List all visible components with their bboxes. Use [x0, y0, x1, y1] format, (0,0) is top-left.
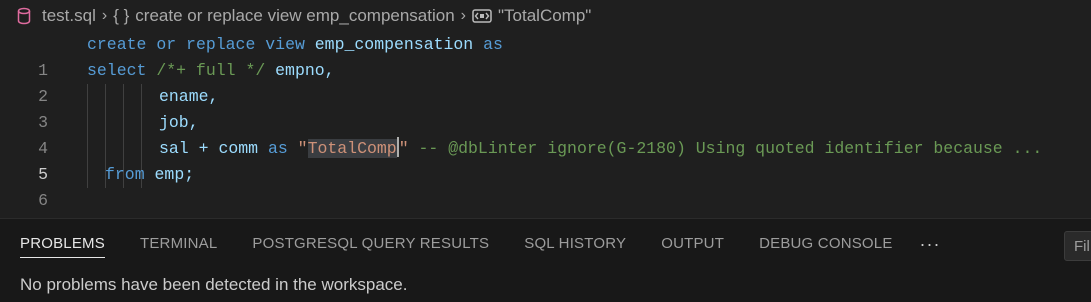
token: " — [297, 139, 308, 158]
breadcrumb-view[interactable]: create or replace view emp_compensation — [135, 6, 454, 26]
breadcrumb-braces-icon: { } — [113, 6, 130, 25]
panel-tabs: PROBLEMS TERMINAL POSTGRESQL QUERY RESUL… — [0, 219, 941, 269]
token: view — [265, 35, 305, 54]
code-editor[interactable]: 1 create or replace view emp_compensatio… — [0, 32, 1091, 218]
breadcrumb-file[interactable]: test.sql — [42, 6, 96, 26]
symbol-field-icon — [472, 9, 492, 23]
token: as — [267, 139, 288, 158]
line-number: 6 — [38, 191, 48, 210]
chevron-right-icon: › — [101, 7, 108, 24]
token: sal — [159, 139, 189, 158]
tab-problems[interactable]: PROBLEMS — [20, 219, 105, 269]
tab-debug-console[interactable]: DEBUG CONSOLE — [759, 219, 892, 269]
token: empno, — [275, 61, 335, 80]
tab-terminal[interactable]: TERMINAL — [140, 219, 217, 269]
problems-message: No problems have been detected in the wo… — [20, 275, 408, 294]
code-line[interactable]: 6 from emp; — [0, 162, 1091, 210]
token: comm — [218, 139, 259, 158]
chevron-right-icon: › — [460, 7, 466, 24]
code-line[interactable]: 3 ename, — [0, 84, 1091, 132]
breadcrumb-column[interactable]: "TotalComp" — [498, 6, 591, 26]
code-line[interactable]: 4 job, — [0, 110, 1091, 158]
token: + — [198, 139, 209, 158]
token: ename, — [159, 87, 219, 106]
token: select — [87, 61, 147, 80]
tab-sql-history[interactable]: SQL HISTORY — [524, 219, 626, 269]
tab-output[interactable]: OUTPUT — [661, 219, 724, 269]
token: replace — [186, 35, 256, 54]
token: emp; — [154, 165, 195, 184]
token: create — [87, 35, 147, 54]
token: /*+ full */ — [156, 61, 266, 80]
breadcrumb: test.sql › { } create or replace view em… — [0, 0, 1091, 32]
bottom-panel: PROBLEMS TERMINAL POSTGRESQL QUERY RESUL… — [0, 218, 1091, 302]
token: -- @dbLinter ignore(G-2180) Using quoted… — [418, 139, 1043, 158]
code-line[interactable]: 2 select /*+ full */ empno, — [0, 58, 1091, 106]
selected-identifier: TotalComp — [307, 139, 397, 158]
token: from — [105, 165, 145, 184]
tab-postgresql-query-results[interactable]: POSTGRESQL QUERY RESULTS — [252, 219, 489, 269]
token: " — [398, 139, 409, 158]
token: job, — [159, 113, 199, 132]
token: as — [483, 35, 503, 54]
token: emp_compensation — [314, 35, 474, 54]
filter-input[interactable]: Fil — [1064, 231, 1091, 261]
code-line-active[interactable]: 5 sal + comm as "TotalComp " -- @dbLinter… — [0, 136, 1091, 184]
more-icon[interactable]: ··· — [920, 234, 941, 255]
database-icon — [17, 7, 31, 25]
code-line[interactable]: 1 create or replace view emp_compensatio… — [0, 32, 1091, 80]
token: or — [156, 35, 177, 54]
